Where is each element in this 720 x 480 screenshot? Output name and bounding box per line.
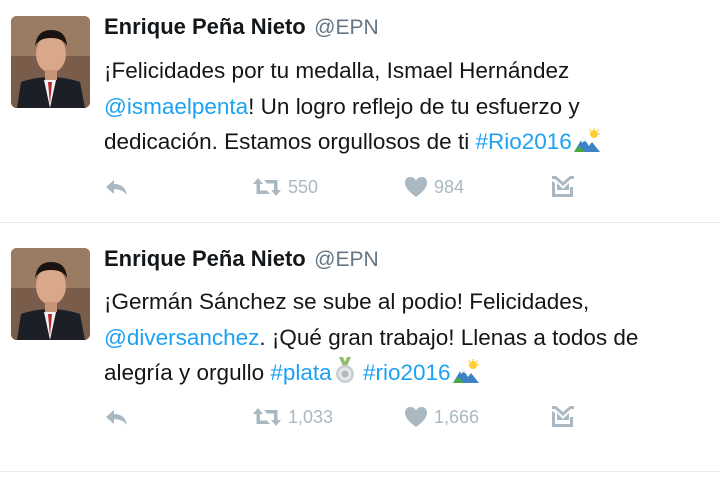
heart-icon xyxy=(405,407,427,427)
mention-link[interactable]: @ismaelpenta xyxy=(104,94,248,119)
tweet-text: ¡Felicidades por tu medalla, Ismael Hern… xyxy=(104,53,716,165)
tweet-text-line: ¡Felicidades por tu medalla, Ismael Hern… xyxy=(104,53,716,89)
text-segment: dedicación. Estamos orgullosos de ti xyxy=(104,129,476,154)
reply-icon xyxy=(106,410,127,425)
retweet-count: 1,033 xyxy=(288,406,334,427)
direct-message-icon xyxy=(552,176,574,197)
text-segment: alegría y orgullo xyxy=(104,360,271,385)
author-name[interactable]: Enrique Peña Nieto xyxy=(104,246,306,271)
mountain-sun-emoji-icon xyxy=(452,359,480,396)
author-handle[interactable]: @EPN xyxy=(314,248,379,271)
reply-button[interactable] xyxy=(104,405,130,429)
direct-message-icon xyxy=(552,406,574,427)
text-segment: ! Un logro reflejo de tu esfuerzo y xyxy=(248,93,580,119)
tweet-text-line: @diversanchez. ¡Qué gran trabajo! Llenas… xyxy=(104,320,716,356)
avatar[interactable] xyxy=(11,16,90,108)
retweet-icon xyxy=(253,408,281,426)
silver-medal-emoji-icon xyxy=(333,357,357,396)
author-handle[interactable]: @EPN xyxy=(314,16,379,39)
retweet-count: 550 xyxy=(288,176,319,197)
tweet-actions: 1,033 1,666 xyxy=(104,405,624,429)
tweet-actions: 550 984 xyxy=(104,175,624,199)
like-count: 984 xyxy=(434,176,465,197)
tweet-header: Enrique Peña Nieto @EPN xyxy=(104,14,379,40)
like-button[interactable]: 1,666 xyxy=(404,405,479,429)
tweet-text-line: dedicación. Estamos orgullosos de ti #Ri… xyxy=(104,124,716,165)
direct-message-button[interactable] xyxy=(551,175,575,199)
like-count: 1,666 xyxy=(434,406,480,427)
text-segment: ¡Felicidades por tu medalla, Ismael Hern… xyxy=(104,58,570,83)
tweet-timeline: Enrique Peña Nieto @EPN ¡Felicidades por… xyxy=(0,0,720,480)
tweet-text-line: @ismaelpenta! Un logro reflejo de tu esf… xyxy=(104,89,716,125)
hashtag-link[interactable]: #plata xyxy=(270,360,331,385)
reply-icon xyxy=(106,180,127,195)
tweet-text-line: alegría y orgullo #plata #rio2016 xyxy=(104,355,716,396)
retweet-icon xyxy=(253,178,281,196)
text-segment: . ¡Qué gran trabajo! Llenas a todos de xyxy=(259,324,639,350)
direct-message-button[interactable] xyxy=(551,405,575,429)
like-button[interactable]: 984 xyxy=(404,175,464,199)
text-segment: ¡Germán Sánchez se sube al podio! Felici… xyxy=(104,289,590,314)
tweet[interactable]: Enrique Peña Nieto @EPN ¡Felicidades por… xyxy=(0,0,720,222)
avatar[interactable] xyxy=(11,248,90,340)
retweet-button[interactable]: 550 xyxy=(252,175,318,199)
heart-icon xyxy=(405,177,427,197)
hashtag-link[interactable]: #rio2016 xyxy=(363,360,451,385)
mountain-sun-emoji-icon xyxy=(573,128,601,165)
mention-link[interactable]: @diversanchez xyxy=(104,325,259,350)
retweet-button[interactable]: 1,033 xyxy=(252,405,333,429)
hashtag-link[interactable]: #Rio2016 xyxy=(475,129,571,154)
reply-button[interactable] xyxy=(104,175,130,199)
tweet-text: ¡Germán Sánchez se sube al podio! Felici… xyxy=(104,284,716,396)
tweet[interactable]: Enrique Peña Nieto @EPN ¡Germán Sánchez … xyxy=(0,222,720,472)
author-name[interactable]: Enrique Peña Nieto xyxy=(104,14,306,39)
tweet-header: Enrique Peña Nieto @EPN xyxy=(104,246,379,272)
divider xyxy=(0,471,720,472)
tweet-text-line: ¡Germán Sánchez se sube al podio! Felici… xyxy=(104,284,716,320)
